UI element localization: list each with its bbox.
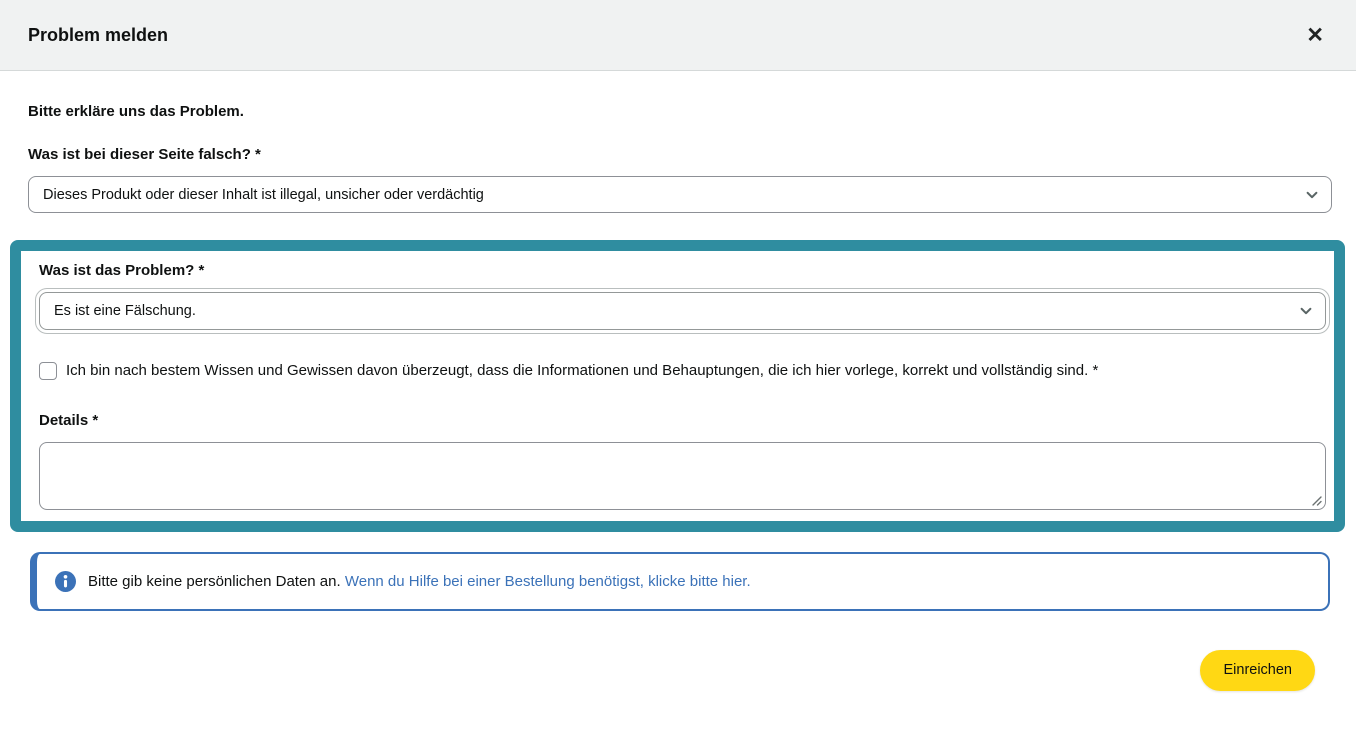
details-textarea[interactable] bbox=[39, 442, 1326, 510]
attestation-label: Ich bin nach bestem Wissen und Gewissen … bbox=[66, 360, 1098, 382]
footer-actions: Einreichen bbox=[28, 650, 1315, 691]
page-issue-select-wrap: Dieses Produkt oder dieser Inhalt ist il… bbox=[28, 176, 1332, 213]
modal-header: Problem melden ✕ bbox=[0, 0, 1356, 71]
close-icon[interactable]: ✕ bbox=[1300, 19, 1330, 52]
modal-body: Bitte erkläre uns das Problem. Was ist b… bbox=[0, 71, 1356, 691]
details-textarea-wrap bbox=[39, 442, 1326, 510]
attestation-checkbox[interactable] bbox=[39, 362, 57, 380]
modal-title: Problem melden bbox=[28, 25, 168, 46]
highlight-annotation-box: Was ist das Problem? * Es ist eine Fälsc… bbox=[10, 240, 1345, 532]
attestation-row: Ich bin nach bestem Wissen und Gewissen … bbox=[39, 360, 1326, 382]
info-alert: Bitte gib keine persönlichen Daten an. W… bbox=[30, 552, 1330, 611]
page-issue-label: Was ist bei dieser Seite falsch? * bbox=[28, 146, 1332, 163]
page-issue-field: Was ist bei dieser Seite falsch? * Diese… bbox=[28, 146, 1332, 213]
page-issue-select[interactable]: Dieses Produkt oder dieser Inhalt ist il… bbox=[28, 176, 1332, 213]
alert-text: Bitte gib keine persönlichen Daten an. W… bbox=[88, 573, 751, 590]
problem-label: Was ist das Problem? * bbox=[39, 262, 1326, 279]
submit-button[interactable]: Einreichen bbox=[1200, 650, 1315, 691]
info-icon bbox=[55, 571, 76, 592]
problem-select[interactable]: Es ist eine Fälschung. bbox=[39, 292, 1326, 330]
intro-text: Bitte erkläre uns das Problem. bbox=[28, 103, 1332, 120]
order-help-link[interactable]: Wenn du Hilfe bei einer Bestellung benöt… bbox=[345, 573, 751, 590]
alert-message: Bitte gib keine persönlichen Daten an. bbox=[88, 573, 341, 590]
details-label: Details * bbox=[39, 412, 1326, 429]
problem-select-wrap: Es ist eine Fälschung. bbox=[39, 292, 1326, 330]
